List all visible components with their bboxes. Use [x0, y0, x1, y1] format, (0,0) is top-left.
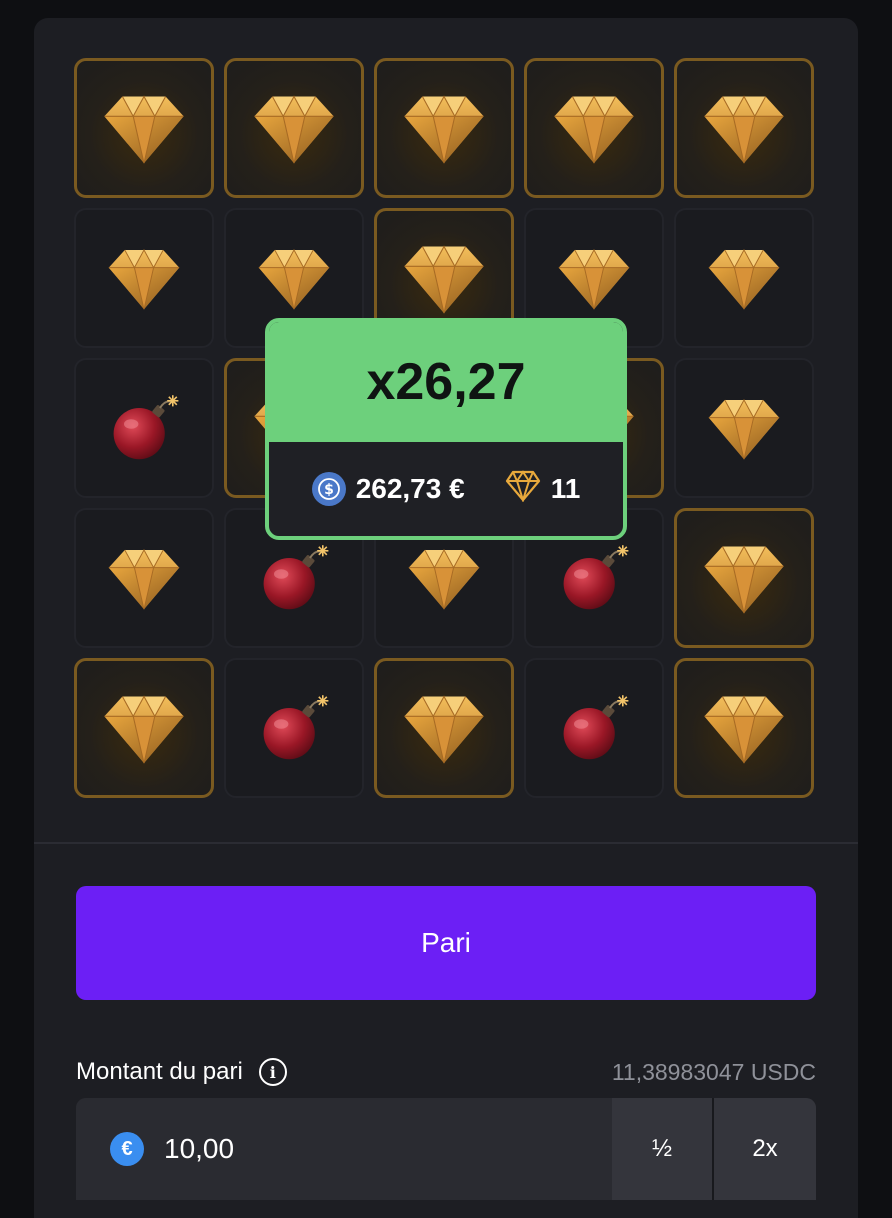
- bomb-icon: [113, 395, 179, 460]
- bet-amount-control: € ½ 2x: [76, 1098, 816, 1200]
- bet-amount-field[interactable]: €: [76, 1098, 612, 1200]
- diamond-icon: [408, 548, 480, 610]
- gem-tile[interactable]: [374, 58, 514, 198]
- payout-amount: 262,73 €: [355, 473, 465, 504]
- gem-tile[interactable]: [524, 58, 664, 198]
- section-divider: [34, 842, 858, 844]
- diamond-icon: [404, 245, 484, 314]
- bet-amount-input[interactable]: [162, 1132, 466, 1166]
- svg-text:$: $: [324, 482, 334, 498]
- bomb-icon: [563, 695, 629, 760]
- diamond-icon: [708, 398, 780, 460]
- gem-tile[interactable]: [74, 658, 214, 798]
- diamond-icon: [104, 95, 184, 164]
- diamond-icon: [258, 248, 330, 310]
- gem-tile[interactable]: [674, 358, 814, 498]
- diamond-icon: [108, 548, 180, 610]
- diamond-icon: [104, 695, 184, 764]
- gem-tile[interactable]: [674, 658, 814, 798]
- gem-tile[interactable]: [74, 208, 214, 348]
- diamond-icon: [505, 469, 541, 509]
- gem-tile[interactable]: [674, 508, 814, 648]
- diamond-icon: [704, 695, 784, 764]
- bet-amount-label: Montant du pari: [76, 1058, 243, 1085]
- result-summary: $ 262,73 € 11: [269, 442, 623, 536]
- half-bet-button[interactable]: ½: [612, 1098, 714, 1200]
- diamond-icon: [404, 695, 484, 764]
- diamond-icon: [708, 248, 780, 310]
- gem-tile[interactable]: [374, 658, 514, 798]
- usdc-coin-icon: $: [311, 472, 346, 506]
- diamond-icon: [554, 95, 634, 164]
- diamond-icon: [558, 248, 630, 310]
- bomb-icon: [263, 545, 329, 610]
- diamond-icon: [254, 95, 334, 164]
- wallet-balance: 11,38983047 USDC: [611, 1058, 816, 1085]
- gem-tile[interactable]: [674, 58, 814, 198]
- bomb-tile[interactable]: [224, 658, 364, 798]
- gem-tile[interactable]: [224, 58, 364, 198]
- euro-currency-icon: €: [110, 1132, 144, 1166]
- win-result-card: x26,27 $ 262,73 € 11: [265, 318, 627, 540]
- bomb-icon: [263, 695, 329, 760]
- bomb-tile[interactable]: [524, 658, 664, 798]
- gem-tile[interactable]: [74, 58, 214, 198]
- bomb-tile[interactable]: [74, 358, 214, 498]
- double-bet-button[interactable]: 2x: [714, 1098, 816, 1200]
- gems-count: 11: [550, 473, 581, 504]
- multiplier-display: x26,27: [269, 322, 623, 442]
- diamond-icon: [108, 248, 180, 310]
- diamond-icon: [704, 95, 784, 164]
- info-icon[interactable]: i: [258, 1058, 287, 1086]
- bet-amount-label-group: Montant du pari i: [76, 1058, 287, 1086]
- bet-amount-header: Montant du pari i 11,38983047 USDC: [76, 1052, 816, 1092]
- diamond-icon: [404, 95, 484, 164]
- gem-tile[interactable]: [674, 208, 814, 348]
- bet-button[interactable]: Pari: [76, 886, 816, 1000]
- gem-tile[interactable]: [74, 508, 214, 648]
- bomb-icon: [563, 545, 629, 610]
- diamond-icon: [704, 545, 784, 614]
